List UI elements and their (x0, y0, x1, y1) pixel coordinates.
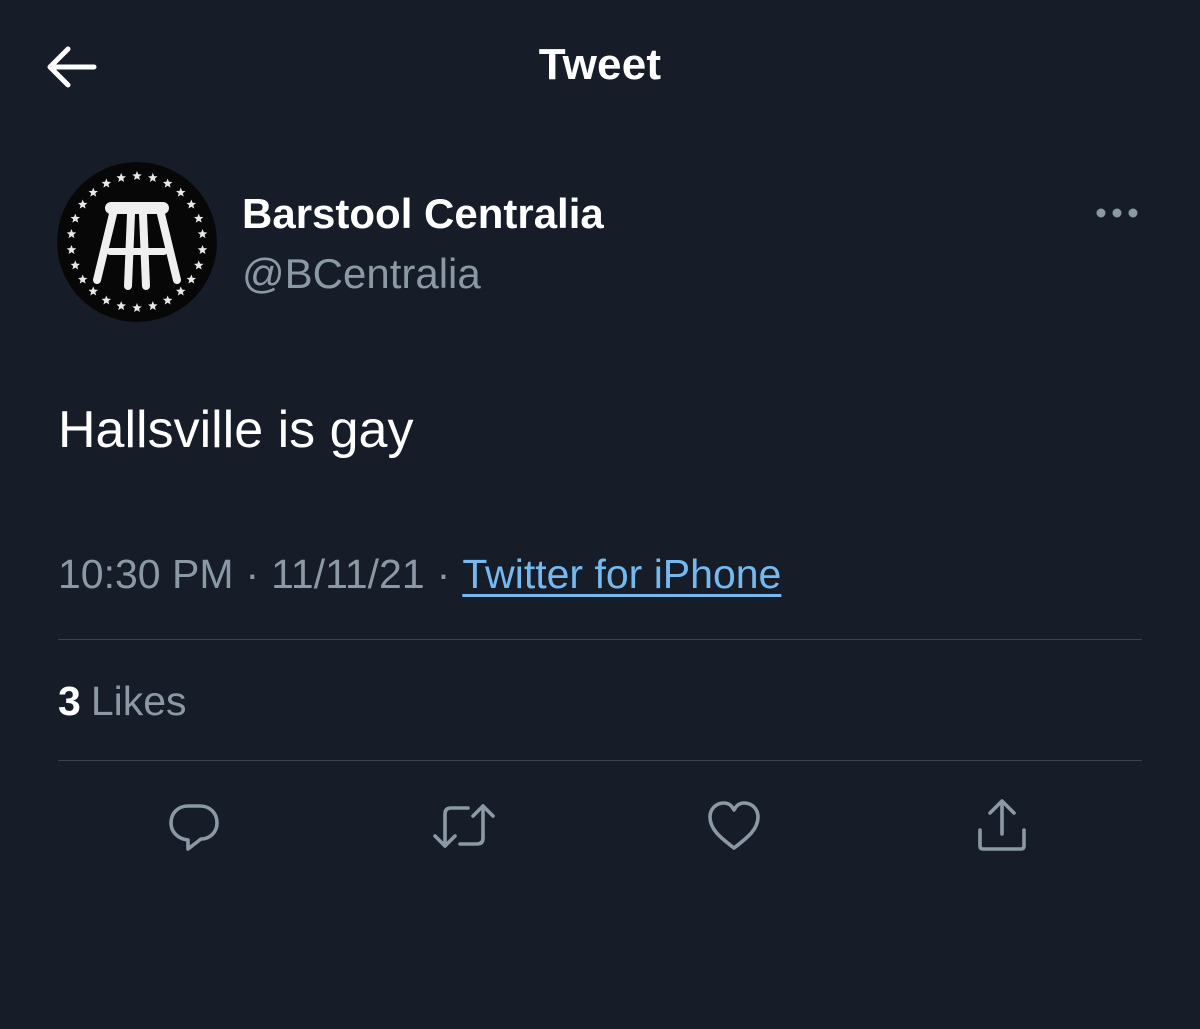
barstool-logo-icon (57, 162, 217, 322)
tweet-time: 10:30 PM (58, 551, 234, 597)
share-button[interactable] (970, 794, 1034, 858)
reply-icon (169, 804, 219, 851)
separator-dot: · (436, 551, 451, 597)
likes-stat[interactable]: 3 Likes (58, 678, 187, 725)
tweet-metadata: 10:30 PM · 11/11/21 · Twitter for iPhone (58, 551, 781, 598)
more-options-button[interactable] (1092, 196, 1142, 230)
tweet-date: 11/11/21 (271, 551, 425, 597)
retweet-button[interactable] (432, 794, 496, 858)
top-bar: Tweet (0, 0, 1200, 130)
divider (58, 760, 1142, 761)
retweet-icon (433, 804, 495, 848)
likes-count: 3 (58, 678, 81, 724)
heart-icon (708, 801, 760, 850)
likes-label: Likes (90, 678, 187, 724)
like-button[interactable] (702, 794, 766, 858)
reply-button[interactable] (162, 794, 226, 858)
more-horizontal-icon (1096, 208, 1138, 218)
divider (58, 639, 1142, 640)
separator-dot: · (245, 551, 260, 597)
avatar[interactable] (57, 162, 217, 322)
tweet-text: Hallsville is gay (58, 401, 414, 459)
author-display-name[interactable]: Barstool Centralia (242, 190, 604, 238)
share-icon (978, 799, 1026, 851)
tweet-source-link[interactable]: Twitter for iPhone (462, 551, 781, 598)
page-title: Tweet (538, 40, 662, 89)
author-handle[interactable]: @BCentralia (242, 250, 481, 298)
